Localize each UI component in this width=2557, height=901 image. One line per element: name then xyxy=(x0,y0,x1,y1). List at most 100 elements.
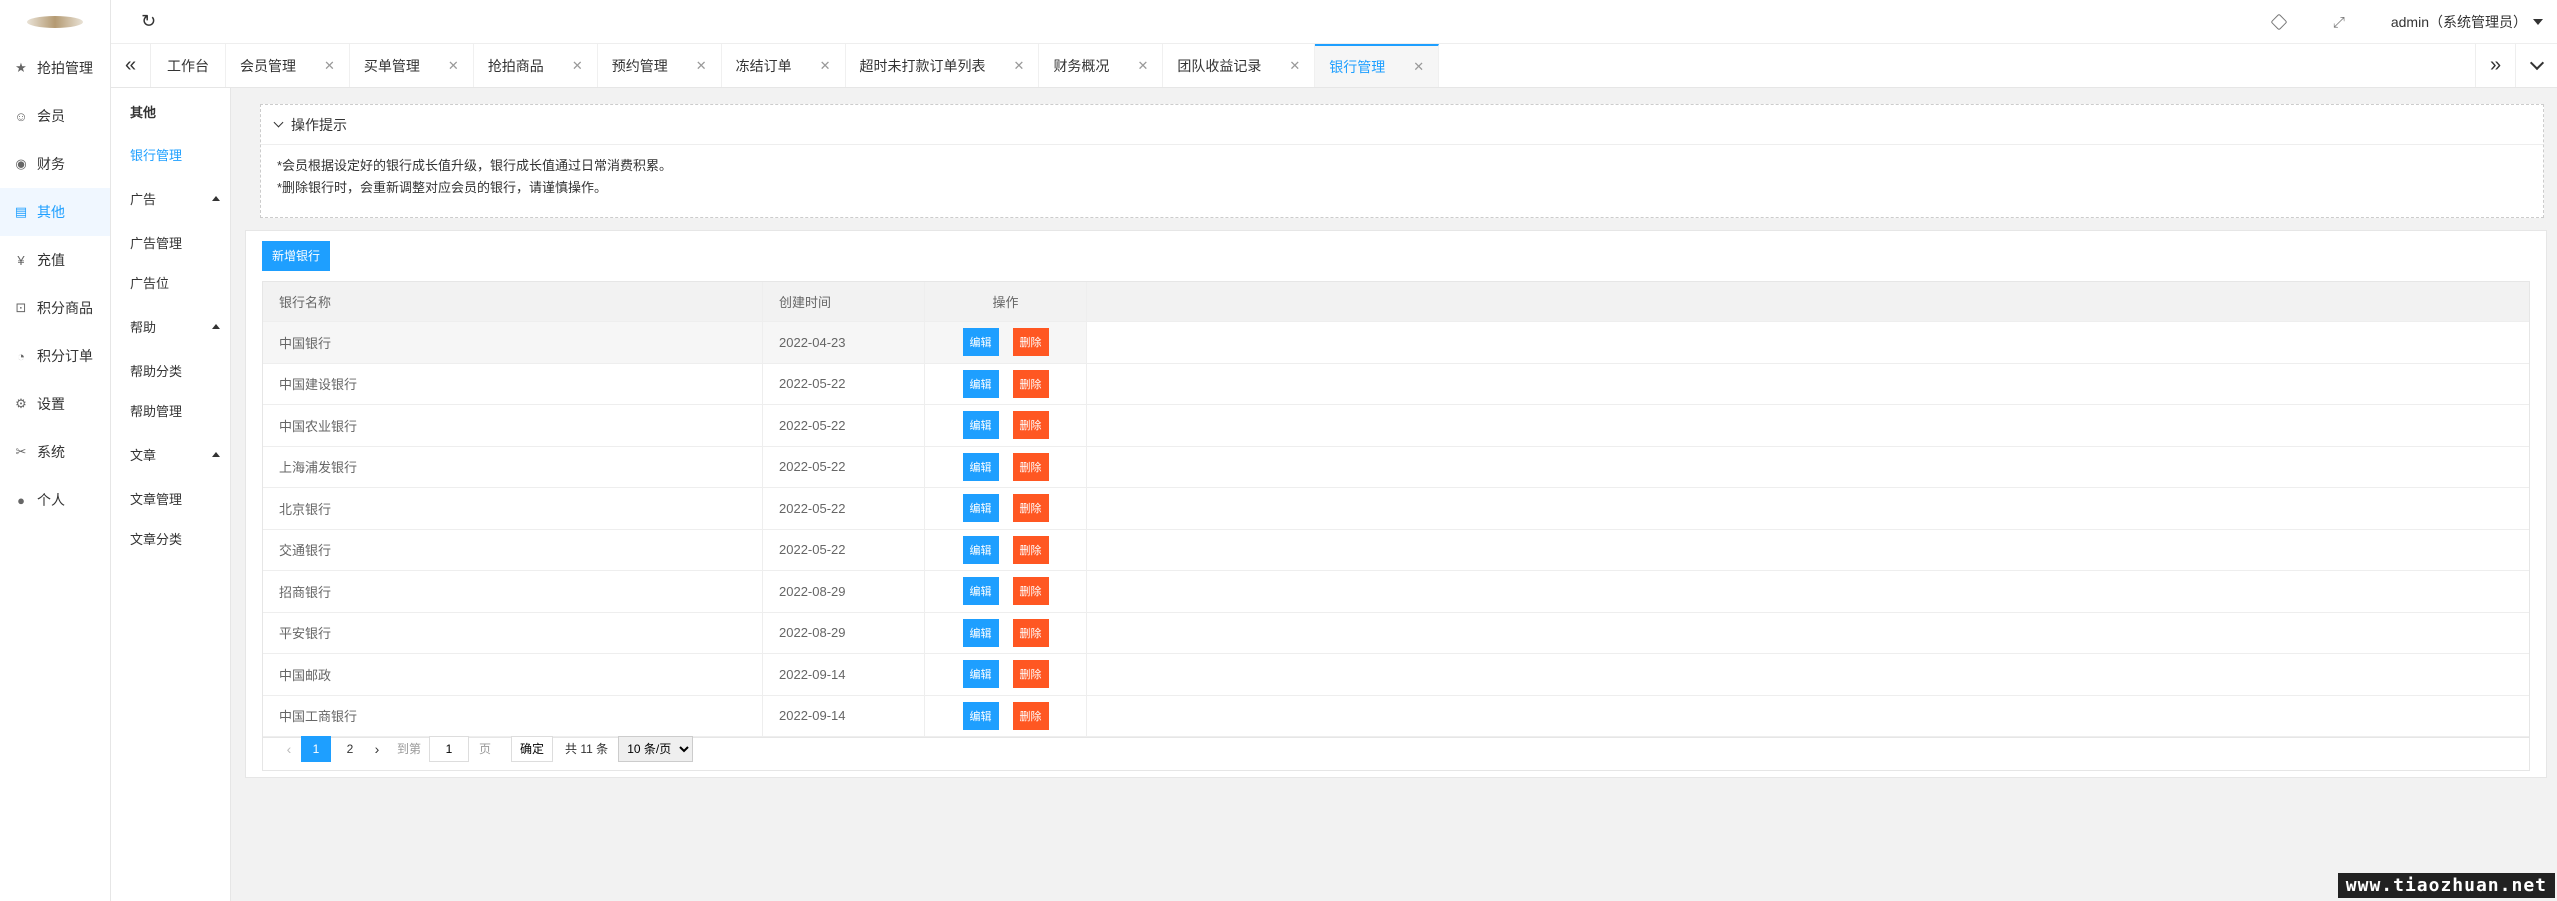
delete-button[interactable]: 删除 xyxy=(1012,577,1049,606)
delete-button[interactable]: 删除 xyxy=(1012,618,1049,647)
caret-up-icon xyxy=(212,195,220,201)
delete-button[interactable]: 删除 xyxy=(1012,494,1049,523)
action-cell: 编辑 删除 xyxy=(925,405,1087,446)
logo-image xyxy=(27,16,83,28)
sub-item-bank-manage[interactable]: 银行管理 xyxy=(111,134,230,174)
nav-item-system[interactable]: ✂ 系统 xyxy=(0,428,110,476)
fullscreen-icon[interactable]: ⤢ xyxy=(2333,14,2345,31)
edit-button[interactable]: 编辑 xyxy=(962,660,999,689)
operation-tips: 操作提示 *会员根据设定好的银行成长值升级，银行成长值通过日常消费积累。 *删除… xyxy=(260,104,2544,218)
goto-confirm-button[interactable]: 确定 xyxy=(511,735,554,762)
tab-scroll-left-icon[interactable]: « xyxy=(111,44,151,87)
bank-name-cell: 北京银行 xyxy=(263,488,763,529)
tab-reservation[interactable]: 预约管理 ✕ xyxy=(598,44,722,87)
nav-item-label: 其他 xyxy=(37,204,65,220)
tab-overdue-orders[interactable]: 超时未打款订单列表 ✕ xyxy=(846,44,1040,87)
close-icon[interactable]: ✕ xyxy=(448,58,459,74)
close-icon[interactable]: ✕ xyxy=(696,58,707,74)
page-number[interactable]: 2 xyxy=(335,736,365,762)
page-number-current[interactable]: 1 xyxy=(301,735,331,762)
sub-item-ad-manage[interactable]: 广告管理 xyxy=(111,222,230,262)
table-row: 平安银行 2022-08-29 编辑 删除 xyxy=(263,612,2529,654)
action-cell: 编辑 删除 xyxy=(925,529,1087,570)
bank-name-cell: 中国银行 xyxy=(263,322,763,363)
admin-menu[interactable]: admin（系统管理员） xyxy=(2391,12,2543,32)
header-bank-name: 银行名称 xyxy=(263,282,763,321)
edit-button[interactable]: 编辑 xyxy=(962,494,999,523)
nav-item-member[interactable]: ☺ 会员 xyxy=(0,92,110,140)
sub-group-help[interactable]: 帮助 xyxy=(111,302,230,350)
sub-nav-title: 其他 xyxy=(130,104,157,120)
sub-group-article[interactable]: 文章 xyxy=(111,430,230,478)
edit-button[interactable]: 编辑 xyxy=(962,535,999,564)
nav-item-settings[interactable]: ⚙ 设置 xyxy=(0,380,110,428)
tips-body: *会员根据设定好的银行成长值升级，银行成长值通过日常消费积累。 *删除银行时，会… xyxy=(261,145,2543,209)
nav-item-recharge[interactable]: ¥ 充值 xyxy=(0,236,110,284)
edit-button[interactable]: 编辑 xyxy=(962,411,999,440)
sub-group-ads[interactable]: 广告 xyxy=(111,174,230,222)
sub-item-ad-slot[interactable]: 广告位 xyxy=(111,262,230,302)
delete-button[interactable]: 删除 xyxy=(1012,411,1049,440)
tab-label: 买单管理 xyxy=(363,57,420,74)
nav-item-points-orders[interactable]: ◔ 积分订单 xyxy=(0,332,110,380)
nav-item-points-goods[interactable]: ⊡ 积分商品 xyxy=(0,284,110,332)
refresh-icon[interactable]: ↻ xyxy=(141,11,156,32)
page-size-select[interactable]: 10 条/页 xyxy=(618,735,694,762)
watermark: www.tiaozhuan.net xyxy=(2337,873,2555,898)
edit-button[interactable]: 编辑 xyxy=(962,701,999,730)
delete-button[interactable]: 删除 xyxy=(1012,328,1049,357)
add-bank-button[interactable]: 新增银行 xyxy=(262,241,331,271)
action-cell: 编辑 删除 xyxy=(925,571,1087,612)
edit-button[interactable]: 编辑 xyxy=(962,328,999,357)
delete-button[interactable]: 删除 xyxy=(1012,452,1049,481)
close-icon[interactable]: ✕ xyxy=(1137,58,1148,74)
nav-item-personal[interactable]: ● 个人 xyxy=(0,476,110,524)
edit-button[interactable]: 编辑 xyxy=(962,369,999,398)
delete-button[interactable]: 删除 xyxy=(1012,535,1049,564)
tab-snap-goods[interactable]: 抢拍商品 ✕ xyxy=(474,44,598,87)
tab-bank-manage[interactable]: 银行管理 ✕ xyxy=(1315,44,1440,87)
sub-item-help-category[interactable]: 帮助分类 xyxy=(111,350,230,390)
chevron-down-icon xyxy=(273,117,284,128)
tab-finance-overview[interactable]: 财务概况 ✕ xyxy=(1039,44,1164,87)
tag-icon[interactable] xyxy=(2271,14,2287,30)
tab-menu-button[interactable] xyxy=(2515,44,2557,87)
sub-item-article-manage[interactable]: 文章管理 xyxy=(111,478,230,518)
tab-pay-manage[interactable]: 买单管理 ✕ xyxy=(350,44,474,87)
close-icon[interactable]: ✕ xyxy=(1289,58,1300,74)
delete-button[interactable]: 删除 xyxy=(1012,369,1049,398)
table-row: 中国农业银行 2022-05-22 编辑 删除 xyxy=(263,405,2529,447)
edit-button[interactable]: 编辑 xyxy=(962,452,999,481)
goto-page-input[interactable] xyxy=(429,735,470,762)
tab-workbench[interactable]: 工作台 xyxy=(151,44,226,87)
close-icon[interactable]: ✕ xyxy=(324,58,335,74)
nav-item-finance[interactable]: ◉ 财务 xyxy=(0,140,110,188)
close-icon[interactable]: ✕ xyxy=(1413,59,1424,75)
blank-cell xyxy=(1087,612,2529,653)
close-icon[interactable]: ✕ xyxy=(1014,58,1025,74)
edit-button[interactable]: 编辑 xyxy=(962,577,999,606)
header-action: 操作 xyxy=(925,282,1087,321)
tab-label: 预约管理 xyxy=(611,57,668,74)
edit-button[interactable]: 编辑 xyxy=(962,618,999,647)
bank-name-cell: 中国农业银行 xyxy=(263,405,763,446)
next-page-icon[interactable]: › xyxy=(367,741,387,757)
delete-button[interactable]: 删除 xyxy=(1012,660,1049,689)
sub-item-help-manage[interactable]: 帮助管理 xyxy=(111,390,230,430)
nav-item-snapup[interactable]: ★ 抢拍管理 xyxy=(0,44,110,92)
sub-item-article-category[interactable]: 文章分类 xyxy=(111,518,230,558)
prev-page-icon[interactable]: ‹ xyxy=(279,741,299,757)
nav-item-label: 积分商品 xyxy=(37,300,93,316)
tab-scroll-right-icon[interactable]: » xyxy=(2475,44,2515,87)
tab-frozen-orders[interactable]: 冻结订单 ✕ xyxy=(722,44,846,87)
close-icon[interactable]: ✕ xyxy=(820,58,831,74)
tab-team-income[interactable]: 团队收益记录 ✕ xyxy=(1163,44,1316,87)
action-cell: 编辑 删除 xyxy=(925,322,1087,363)
close-icon[interactable]: ✕ xyxy=(572,58,583,74)
tab-member-manage[interactable]: 会员管理 ✕ xyxy=(226,44,350,87)
table-row: 中国建设银行 2022-05-22 编辑 删除 xyxy=(263,363,2529,405)
tips-toggle[interactable]: 操作提示 xyxy=(261,105,2543,145)
delete-button[interactable]: 删除 xyxy=(1012,701,1049,730)
top-right-tools: ⤢ admin（系统管理员） xyxy=(2271,0,2557,44)
nav-item-other[interactable]: ▤ 其他 xyxy=(0,188,110,236)
